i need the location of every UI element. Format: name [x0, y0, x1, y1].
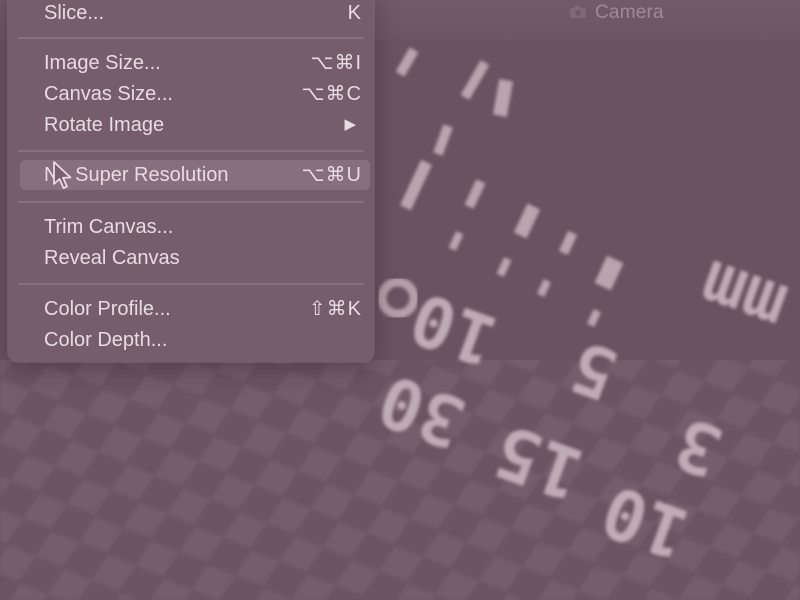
- menu-item-shortcut: ⌥⌘I: [310, 52, 362, 74]
- menu-item-reveal-canvas[interactable]: Reveal Canvas: [44, 243, 370, 273]
- menu-item-shortcut: ⌥⌘U: [301, 164, 362, 186]
- menu-item-shortcut: ⇧⌘K: [308, 298, 362, 320]
- menu-item-shortcut: K: [347, 2, 362, 24]
- submenu-arrow-icon: ▶: [344, 116, 356, 133]
- menu-item-label-text: Super Resolution: [75, 164, 229, 186]
- menu-item-label: Reveal Canvas: [44, 247, 180, 269]
- menu-separator: [18, 37, 364, 39]
- mouse-pointer-icon: [53, 161, 72, 189]
- menu-item-label: Rotate Image: [44, 114, 165, 136]
- menu-item-image-size[interactable]: Image Size... ⌥⌘I: [44, 48, 370, 78]
- screen: 10 5 30 15 3 10 mm Camera Slice... K Ima…: [0, 0, 800, 600]
- window-title: Camera: [595, 2, 664, 23]
- menu-item-label: Color Profile...: [44, 298, 171, 320]
- menu-item-rotate-image[interactable]: Rotate Image ▶: [44, 110, 370, 140]
- menu-item-label: Trim Canvas...: [44, 216, 174, 238]
- camera-icon: [570, 6, 586, 18]
- menu-item-color-depth[interactable]: Color Depth...: [44, 325, 370, 355]
- menu-item-canvas-size[interactable]: Canvas Size... ⌥⌘C: [44, 79, 370, 109]
- menu-item-label: Slice...: [44, 2, 105, 24]
- menu-separator: [18, 201, 364, 203]
- menu-item-shortcut: ⌥⌘C: [301, 83, 362, 105]
- menu-separator: [18, 150, 364, 152]
- menu-item-label: Color Depth...: [44, 329, 168, 351]
- menu-item-color-profile[interactable]: Color Profile... ⇧⌘K: [44, 294, 370, 324]
- menu-item-trim-canvas[interactable]: Trim Canvas...: [44, 212, 370, 242]
- menu-item-slice[interactable]: Slice... K: [44, 0, 370, 28]
- menu-item-label: Image Size...: [44, 52, 161, 74]
- menu-separator: [18, 283, 364, 285]
- menu-item-label: Canvas Size...: [44, 83, 173, 105]
